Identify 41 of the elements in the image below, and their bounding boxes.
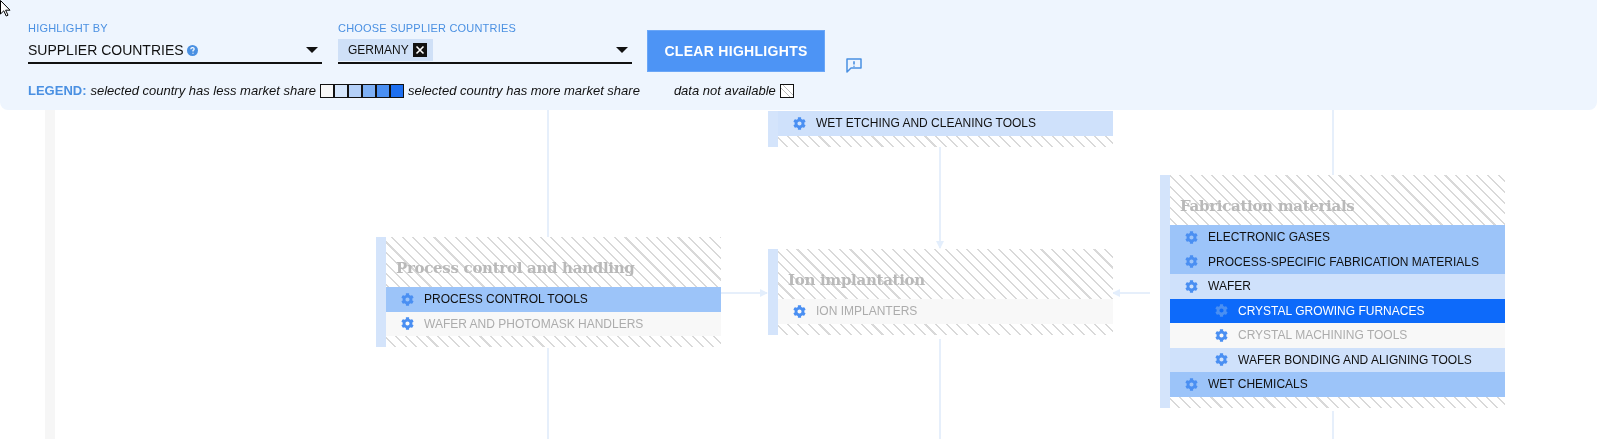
- category-row[interactable]: ELECTRONIC GASES: [1170, 225, 1505, 250]
- gear-icon: [1185, 230, 1198, 244]
- node-title: Ion implantation: [787, 270, 926, 291]
- gear-icon: [793, 116, 806, 130]
- node-title: Fabrication materials: [1179, 196, 1356, 217]
- node-title: Process control and handling: [395, 258, 636, 279]
- field-label: HIGHLIGHT BY: [28, 22, 109, 34]
- category-row[interactable]: WET ETCHING AND CLEANING TOOLS: [778, 111, 1113, 136]
- category-row[interactable]: WET CHEMICALS: [1170, 372, 1505, 397]
- remove-icon[interactable]: [412, 43, 427, 57]
- legend-title: LEGEND:: [28, 83, 87, 98]
- category-row[interactable]: PROCESS-SPECIFIC FABRICATION MATERIALS: [1170, 249, 1505, 274]
- gear-icon: [401, 292, 414, 306]
- gear-icon: [1215, 353, 1228, 367]
- connector-arrow: [1112, 289, 1151, 297]
- caret-icon: [616, 47, 628, 53]
- color-scale-icon: [319, 83, 404, 98]
- category-row[interactable]: CRYSTAL GROWING FURNACES: [1170, 298, 1505, 323]
- gear-icon: [401, 317, 414, 331]
- connector-arrow: [719, 289, 768, 297]
- gear-icon: [1185, 377, 1198, 391]
- highlight-select[interactable]: SUPPLIER COUNTRIES: [28, 38, 322, 64]
- gear-icon: [1215, 328, 1228, 342]
- gear-icon: [1185, 255, 1198, 269]
- category-row[interactable]: WAFER BONDING AND ALIGNING TOOLS: [1170, 347, 1505, 372]
- category-row[interactable]: PROCESS CONTROL TOOLS: [386, 287, 721, 312]
- hatched-square-icon: [779, 83, 794, 98]
- legend-text: data not available: [673, 83, 776, 98]
- gear-icon: [1185, 279, 1198, 293]
- help-icon[interactable]: [186, 44, 198, 56]
- legend-text: selected country has more market share: [407, 83, 640, 98]
- feedback-icon[interactable]: [846, 58, 862, 73]
- chip-label: GERMANY: [348, 43, 409, 57]
- legend-text: selected country has less market share: [90, 83, 316, 98]
- cursor-icon: [0, 0, 11, 17]
- gear-icon: [793, 304, 806, 318]
- gear-icon: [1215, 304, 1228, 318]
- field-label: CHOOSE SUPPLIER COUNTRIES: [338, 22, 517, 34]
- category-row[interactable]: WAFER: [1170, 274, 1505, 299]
- caret-icon: [306, 47, 318, 53]
- country-select[interactable]: GERMANY: [338, 38, 632, 64]
